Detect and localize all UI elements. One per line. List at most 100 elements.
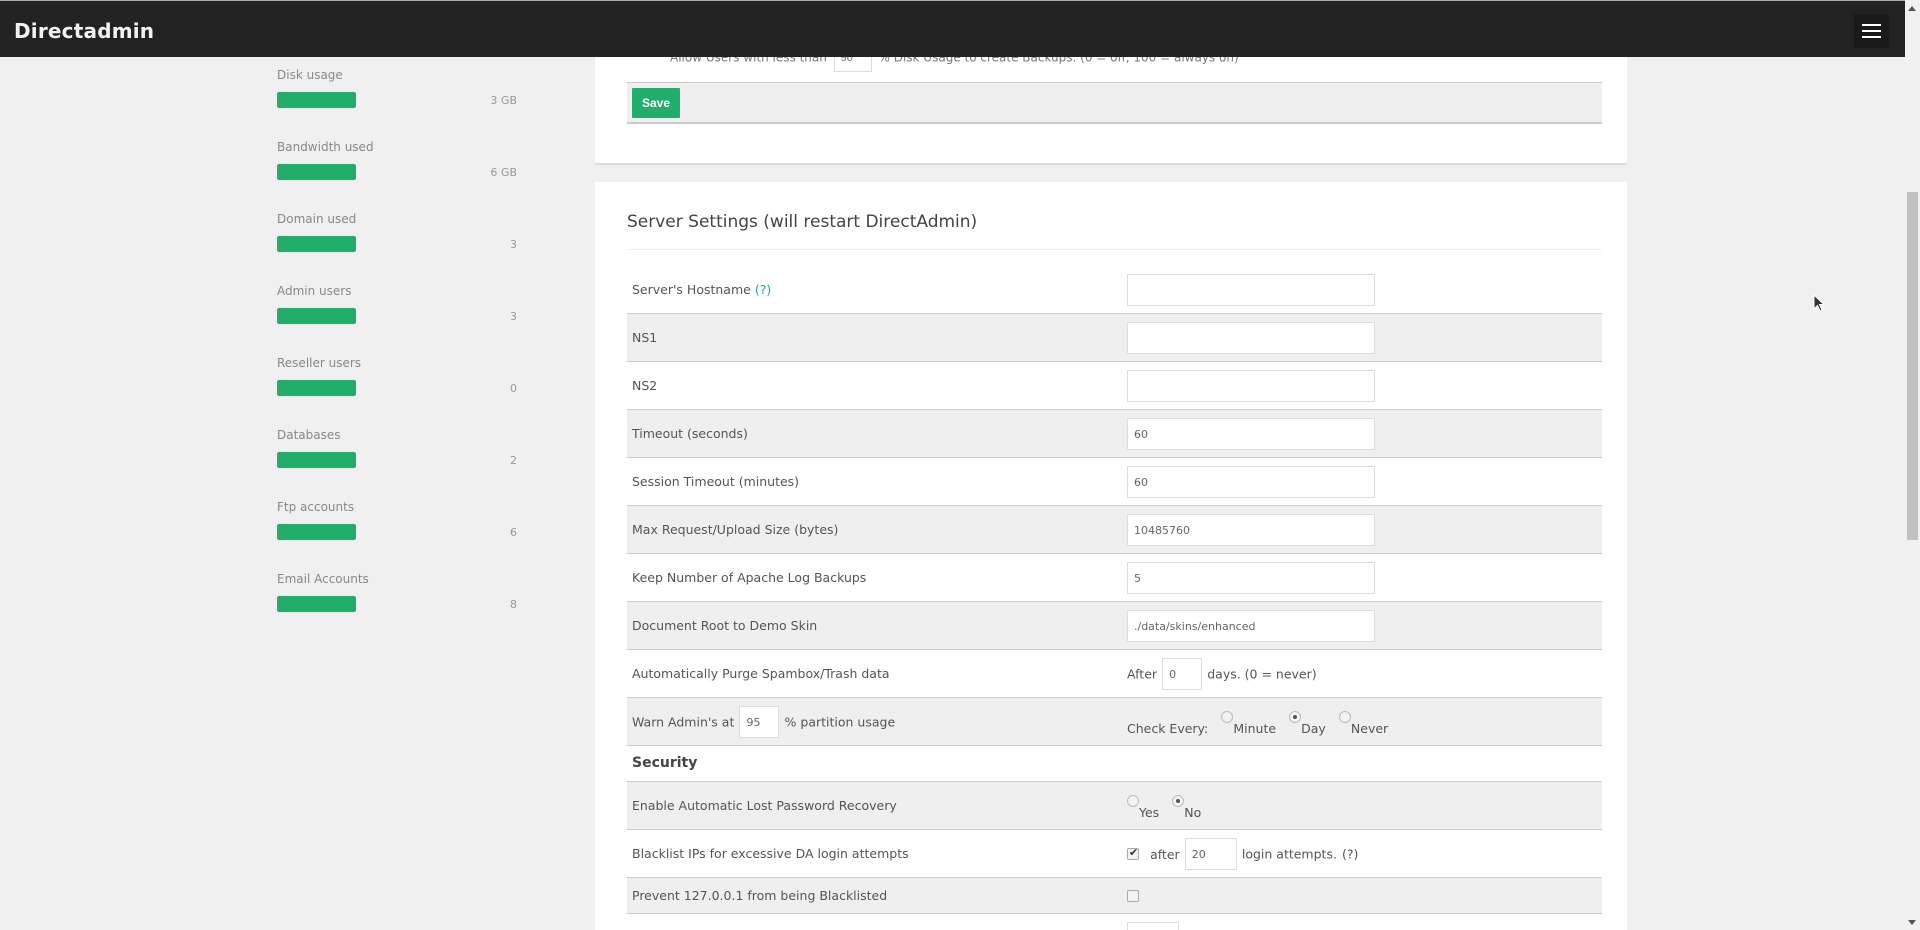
hostname-input[interactable]	[1127, 274, 1375, 306]
stat-value: 3	[510, 310, 517, 323]
stat-value: 6 GB	[490, 166, 517, 179]
hostname-help-link[interactable]: (?)	[755, 282, 771, 297]
radio-option-no[interactable]: No	[1172, 796, 1201, 815]
usage-stats: Disk usage 3 GB Bandwidth used6 GB Domain u…	[277, 57, 517, 633]
stat-progress-fill	[277, 452, 356, 468]
apache-log-backups-input[interactable]	[1127, 562, 1375, 594]
blacklist-help-link[interactable]: (?)	[1342, 847, 1358, 862]
radio-yes[interactable]	[1127, 795, 1139, 807]
stat-progress-bar	[277, 92, 356, 108]
stat-label: Databases	[277, 428, 341, 442]
server-settings-panel: Server Settings (will restart DirectAdmi…	[595, 182, 1627, 930]
app-title[interactable]: Directadmin	[14, 19, 154, 43]
stat-item: Admin users 3	[277, 273, 517, 345]
divider	[627, 249, 1602, 250]
setting-row-session-timeout: Session Timeout (minutes)	[627, 458, 1602, 506]
setting-row-apache-log-backups: Keep Number of Apache Log Backups	[627, 554, 1602, 602]
stat-progress-bar	[277, 524, 356, 540]
hamburger-menu-icon[interactable]	[1854, 14, 1889, 48]
purge-prefix: After	[1127, 667, 1157, 682]
stat-value: 3 GB	[490, 94, 517, 107]
session-timeout-input[interactable]	[1127, 466, 1375, 498]
stat-item: Bandwidth used6 GB	[277, 129, 517, 201]
warn-suffix: % partition usage	[785, 715, 896, 730]
stat-progress-bar	[277, 380, 356, 396]
stat-progress-fill	[277, 236, 356, 252]
check-every-radio-group: Check Every: Minute Day Never	[1127, 712, 1396, 731]
setting-row-blacklist: Blacklist IPs for excessive DA login att…	[627, 830, 1602, 878]
prevent-localhost-checkbox[interactable]	[1127, 890, 1139, 902]
scroll-down-arrow-icon[interactable]	[1908, 920, 1916, 925]
purge-label: Automatically Purge Spambox/Trash data	[632, 666, 890, 681]
stat-progress-bar	[277, 236, 356, 252]
stat-progress-fill	[277, 164, 356, 180]
radio-never[interactable]	[1339, 711, 1351, 723]
stat-item: Ftp accounts6	[277, 489, 517, 561]
warn-prefix: Warn Admin's at	[632, 715, 734, 730]
stat-progress-fill	[277, 380, 356, 396]
radio-no[interactable]	[1172, 795, 1184, 807]
panel-title: Server Settings (will restart DirectAdmi…	[627, 212, 977, 232]
warn-percent-input[interactable]	[739, 706, 779, 738]
stat-value: 3	[510, 238, 517, 251]
menu-line	[1862, 24, 1881, 26]
ns1-label: NS1	[632, 330, 657, 345]
max-upload-label: Max Request/Upload Size (bytes)	[632, 522, 838, 537]
blacklist-label: Blacklist IPs for excessive DA login att…	[632, 846, 909, 861]
purge-suffix: days. (0 = never)	[1207, 667, 1316, 682]
save-button[interactable]: Save	[632, 88, 680, 118]
stat-label: Admin users	[277, 284, 351, 298]
lost-password-radio-group: Yes No	[1127, 796, 1209, 815]
setting-row-ns2: NS2	[627, 362, 1602, 410]
stat-progress-bar	[277, 308, 356, 324]
section-security: Security	[627, 746, 1602, 782]
stat-item: Email Accounts8	[277, 561, 517, 633]
stat-label: Disk usage	[277, 68, 343, 82]
setting-row-ns1: NS1	[627, 314, 1602, 362]
blacklist-checkbox[interactable]	[1127, 848, 1139, 860]
timeout-input[interactable]	[1127, 418, 1375, 450]
apache-log-backups-label: Keep Number of Apache Log Backups	[632, 570, 866, 585]
radio-minute[interactable]	[1221, 711, 1233, 723]
purge-days-input[interactable]	[1162, 658, 1202, 690]
check-every-label: Check Every:	[1127, 721, 1208, 736]
blacklist-suffix: login attempts.	[1242, 847, 1337, 862]
stat-progress-bar	[277, 452, 356, 468]
setting-row-demo-skin-root: Document Root to Demo Skin	[627, 602, 1602, 650]
radio-option-minute[interactable]: Minute	[1221, 712, 1276, 731]
scroll-up-arrow-icon[interactable]	[1908, 6, 1916, 11]
setting-row-prevent-localhost: Prevent 127.0.0.1 from being Blacklisted	[627, 878, 1602, 914]
stat-value: 2	[510, 454, 517, 467]
setting-row-partition-warning: Warn Admin's at % partition usage Check …	[627, 698, 1602, 746]
vertical-scrollbar[interactable]	[1905, 0, 1920, 930]
radio-day[interactable]	[1289, 711, 1301, 723]
radio-option-yes[interactable]: Yes	[1127, 796, 1159, 815]
save-bar: Save	[627, 82, 1602, 124]
ns1-input[interactable]	[1127, 322, 1375, 354]
radio-option-never[interactable]: Never	[1339, 712, 1388, 731]
top-navbar: Directadmin	[0, 0, 1905, 57]
mouse-cursor-icon	[1813, 294, 1825, 312]
radio-option-day[interactable]: Day	[1289, 712, 1326, 731]
stat-progress-fill	[277, 596, 356, 612]
stat-label: Reseller users	[277, 356, 361, 370]
stat-item: Disk usage 3 GB	[277, 57, 517, 129]
timeout-label: Timeout (seconds)	[632, 426, 748, 441]
stat-item: Databases 2	[277, 417, 517, 489]
setting-row-hostname: Server's Hostname (?)	[627, 266, 1602, 314]
prevent-localhost-label: Prevent 127.0.0.1 from being Blacklisted	[632, 888, 887, 903]
stat-value: 6	[510, 526, 517, 539]
demo-skin-root-input[interactable]	[1127, 610, 1375, 642]
stat-label: Email Accounts	[277, 572, 369, 586]
max-upload-input[interactable]	[1127, 514, 1375, 546]
stat-item: Reseller users0	[277, 345, 517, 417]
stat-progress-bar	[277, 164, 356, 180]
setting-row-timeout: Timeout (seconds)	[627, 410, 1602, 458]
stat-progress-bar	[277, 596, 356, 612]
stat-label: Domain used	[277, 212, 356, 226]
blacklist-attempts-input[interactable]	[1185, 838, 1237, 870]
ns2-input[interactable]	[1127, 370, 1375, 402]
stat-progress-fill	[277, 524, 356, 540]
scrollbar-thumb[interactable]	[1907, 192, 1918, 540]
partial-row-input[interactable]	[1127, 922, 1179, 930]
